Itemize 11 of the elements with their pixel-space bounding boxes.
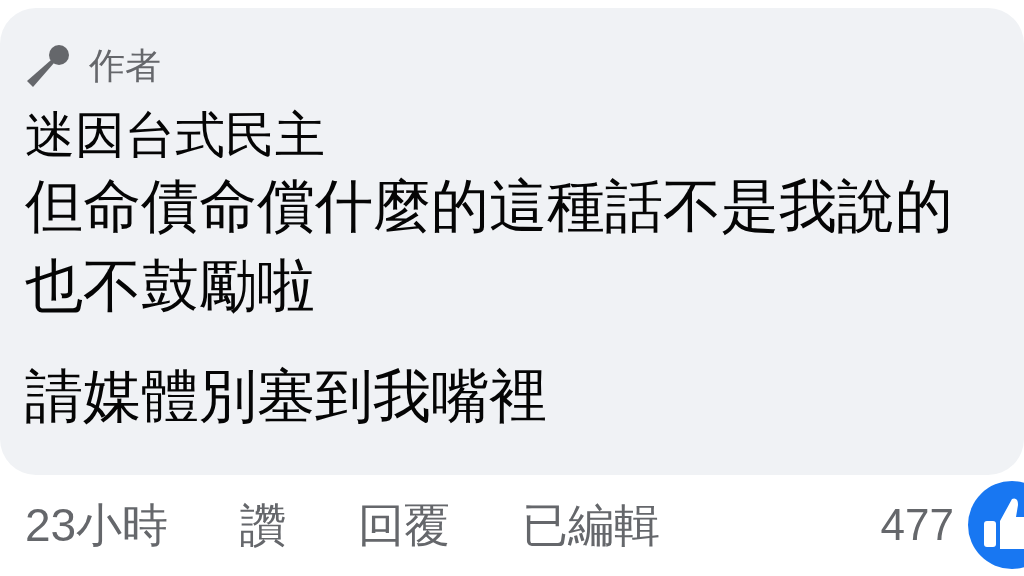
comment-text: 請媒體別塞到我嘴裡 bbox=[25, 362, 548, 430]
comment-time[interactable]: 23小時 bbox=[25, 502, 169, 548]
action-link[interactable]: 讚 bbox=[240, 502, 287, 548]
like-icon bbox=[968, 481, 1024, 569]
reaction-count[interactable]: 477 bbox=[880, 503, 954, 547]
comment-text: 但命債命償什麼的這種話不是我說的也不鼓勵啦 bbox=[25, 172, 954, 320]
microphone-icon bbox=[25, 43, 71, 89]
author-label: 作者 bbox=[89, 48, 161, 84]
edited-label[interactable]: 已編輯 bbox=[522, 502, 661, 548]
author-name[interactable]: 迷因台式民主 bbox=[25, 104, 1004, 166]
action-link[interactable]: 回覆 bbox=[358, 502, 451, 548]
